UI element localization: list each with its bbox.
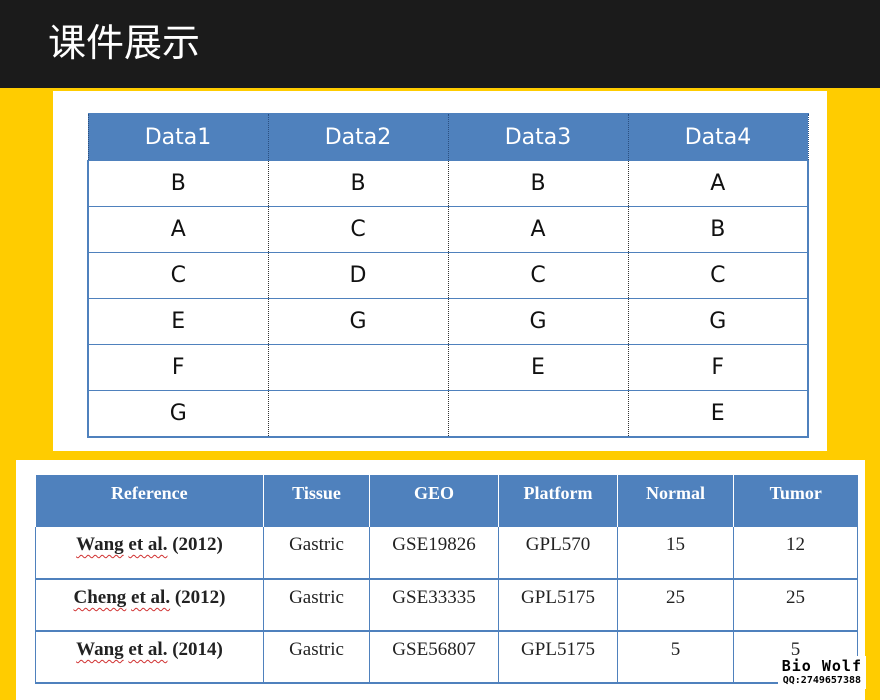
column-header: Tissue — [263, 475, 370, 527]
geo-cell: GSE33335 — [369, 579, 499, 632]
reference-cell: Wang et al. (2014) — [35, 631, 264, 684]
table-cell: G — [267, 298, 449, 345]
reference-year: (2014) — [172, 639, 223, 660]
reference-author: Cheng — [73, 587, 127, 608]
table-cell: B — [267, 160, 449, 207]
column-header: GEO — [369, 475, 499, 527]
column-header: Reference — [35, 475, 264, 527]
table-cell: C — [447, 252, 629, 299]
normal-cell: 15 — [617, 527, 734, 580]
normal-cell: 25 — [617, 579, 734, 632]
table-cell: C — [627, 252, 809, 299]
geo-cell: GSE19826 — [369, 527, 499, 580]
table-cell: B — [87, 160, 269, 207]
table-cell: G — [627, 298, 809, 345]
table-cell: F — [87, 344, 269, 391]
title-bar: 课件展示 — [0, 0, 880, 88]
reference-cell: Cheng et al. (2012) — [35, 579, 264, 632]
tissue-cell: Gastric — [263, 579, 370, 632]
table-cell: G — [447, 298, 629, 345]
tumor-cell: 12 — [733, 527, 858, 580]
table-cell: B — [627, 206, 809, 253]
column-header: Data3 — [447, 113, 629, 161]
column-header: Platform — [498, 475, 618, 527]
column-header: Data1 — [87, 113, 269, 161]
column-header: Normal — [617, 475, 734, 527]
table-row: C D C C — [87, 252, 809, 299]
table-row: F E F — [87, 344, 809, 391]
table-cell: C — [87, 252, 269, 299]
table-row: E G G G — [87, 298, 809, 345]
data-table-header-row: Data1 Data2 Data3 Data4 — [87, 113, 809, 161]
table-cell: B — [447, 160, 629, 207]
table-row: G E — [87, 390, 809, 438]
reference-cell: Wang et al. (2012) — [35, 527, 264, 580]
table-cell — [267, 344, 449, 391]
reference-author: Wang — [76, 639, 124, 660]
platform-cell: GPL5175 — [498, 631, 618, 684]
reference-etal: et al. — [128, 534, 168, 555]
table-cell: A — [447, 206, 629, 253]
table-row: Wang et al. (2012) Gastric GSE19826 GPL5… — [35, 527, 858, 580]
reference-etal: et al. — [128, 639, 168, 660]
table-cell: G — [87, 390, 269, 438]
table-cell: D — [267, 252, 449, 299]
reference-table-header-row: Reference Tissue GEO Platform Normal Tum… — [35, 475, 858, 527]
column-header: Data2 — [267, 113, 449, 161]
tissue-cell: Gastric — [263, 527, 370, 580]
platform-cell: GPL5175 — [498, 579, 618, 632]
table-cell: F — [627, 344, 809, 391]
reference-table: Reference Tissue GEO Platform Normal Tum… — [35, 475, 858, 684]
slide-title: 课件展示 — [48, 21, 201, 65]
table-row: A C A B — [87, 206, 809, 253]
reference-author: Wang — [76, 534, 124, 555]
table-cell: E — [447, 344, 629, 391]
watermark-contact: QQ:2749657388 — [782, 675, 862, 686]
reference-year: (2012) — [172, 534, 223, 555]
tissue-cell: Gastric — [263, 631, 370, 684]
column-header: Tumor — [733, 475, 858, 527]
watermark-name: Bio Wolf — [781, 657, 862, 675]
table-row: Cheng et al. (2012) Gastric GSE33335 GPL… — [35, 579, 858, 632]
watermark: Bio Wolf QQ:2749657388 — [777, 656, 866, 689]
table-row: Wang et al. (2014) Gastric GSE56807 GPL5… — [35, 631, 858, 684]
table-cell — [447, 390, 629, 438]
reference-etal: et al. — [131, 587, 171, 608]
reference-year: (2012) — [174, 587, 226, 608]
table-cell: A — [87, 206, 269, 253]
normal-cell: 5 — [617, 631, 734, 684]
table-cell — [267, 390, 449, 438]
column-header: Data4 — [627, 113, 809, 161]
platform-cell: GPL570 — [498, 527, 618, 580]
tumor-cell: 25 — [733, 579, 858, 632]
table-cell: A — [627, 160, 809, 207]
geo-cell: GSE56807 — [369, 631, 499, 684]
table-row: B B B A — [87, 160, 809, 207]
table-cell: C — [267, 206, 449, 253]
table-cell: E — [627, 390, 809, 438]
table-cell: E — [87, 298, 269, 345]
data-table: Data1 Data2 Data3 Data4 B B B A A C A B … — [87, 113, 809, 438]
